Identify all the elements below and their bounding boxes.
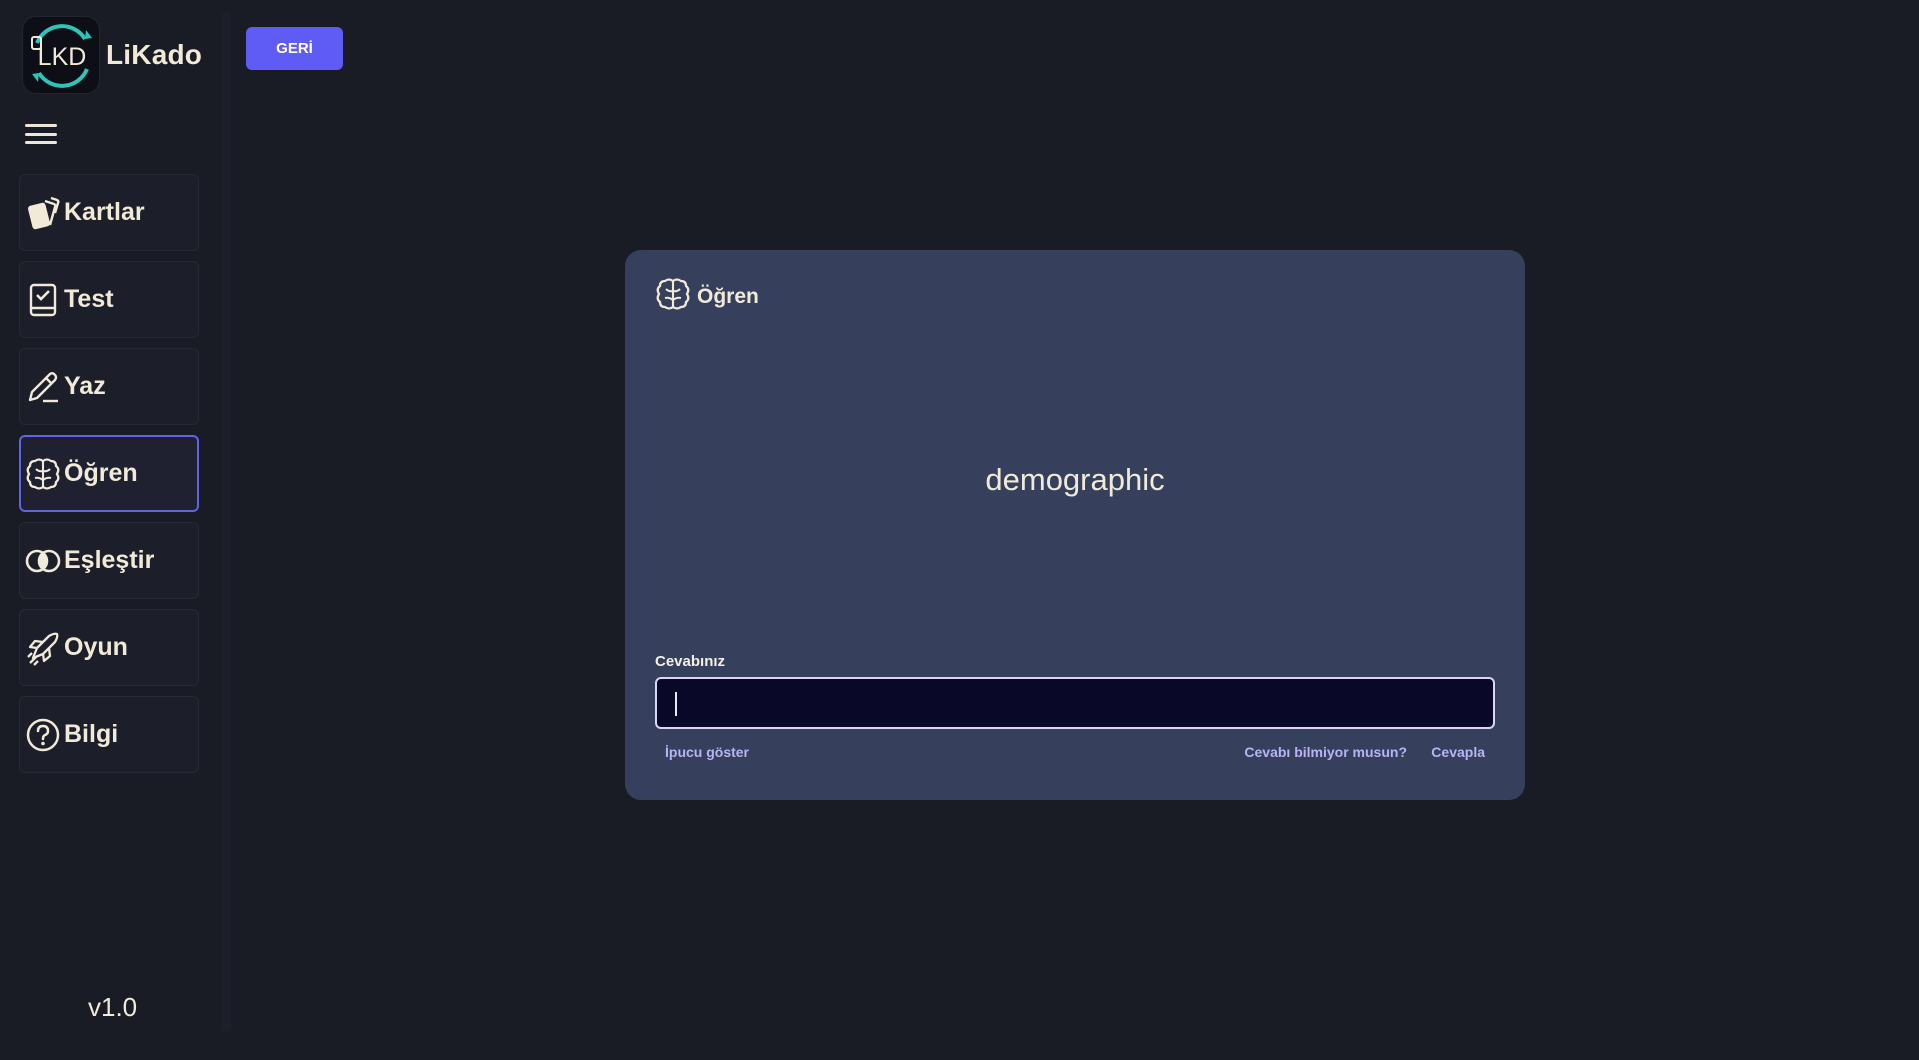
learn-card: Öğren demographic Cevabınız İpucu göster… — [625, 250, 1525, 800]
sidebar-nav: Kartlar Test Yaz Öğren Eşleştir Oyun Bil… — [19, 174, 199, 783]
sidebar-scrollbar[interactable] — [222, 12, 231, 1032]
sidebar-item-bilgi[interactable]: Bilgi — [19, 696, 199, 773]
back-button[interactable]: GERİ — [246, 27, 343, 70]
menu-line — [25, 141, 57, 144]
sidebar-item-label: Yaz — [64, 372, 106, 400]
sidebar-item-label: Öğren — [64, 459, 138, 487]
brain-icon — [655, 276, 691, 317]
show-hint-link[interactable]: İpucu göster — [665, 744, 749, 760]
sidebar-item-test[interactable]: Test — [19, 261, 199, 338]
sidebar-item-ogren[interactable]: Öğren — [19, 435, 199, 512]
flashcard-term: demographic — [985, 462, 1165, 497]
logo-text: LKD — [38, 43, 87, 71]
sidebar-item-eslestir[interactable]: Eşleştir — [19, 522, 199, 599]
answer-label: Cevabınız — [655, 653, 726, 670]
app-root: LKD LiKado Kartlar Test Yaz Öğren Eşleşt… — [0, 0, 1919, 1060]
submit-answer-link[interactable]: Cevapla — [1431, 744, 1485, 760]
sidebar-item-oyun[interactable]: Oyun — [19, 609, 199, 686]
rocket-icon — [24, 629, 62, 667]
app-version: v1.0 — [88, 992, 138, 1022]
checklist-book-icon — [24, 281, 62, 319]
brain-icon — [24, 455, 62, 493]
cards-icon — [24, 194, 62, 232]
card-header: Öğren — [655, 276, 759, 317]
sidebar-item-label: Oyun — [64, 633, 128, 661]
app-logo: LKD — [22, 16, 100, 94]
card-title: Öğren — [697, 284, 759, 308]
pencil-icon — [24, 368, 62, 406]
sidebar-item-label: Eşleştir — [64, 546, 155, 574]
overlap-circles-icon — [24, 542, 62, 580]
hamburger-menu-icon[interactable] — [24, 120, 58, 148]
dont-know-link[interactable]: Cevabı bilmiyor musun? — [1244, 744, 1407, 760]
sidebar: LKD LiKado Kartlar Test Yaz Öğren Eşleşt… — [0, 0, 222, 1060]
menu-line — [25, 124, 57, 127]
menu-line — [25, 132, 57, 136]
help-circle-icon — [24, 716, 62, 754]
sidebar-item-label: Kartlar — [64, 198, 145, 226]
answer-input[interactable] — [655, 677, 1495, 729]
sidebar-item-label: Bilgi — [64, 720, 119, 748]
sidebar-item-kartlar[interactable]: Kartlar — [19, 174, 199, 251]
brand-name: LiKado — [106, 39, 203, 70]
sidebar-item-yaz[interactable]: Yaz — [19, 348, 199, 425]
sidebar-item-label: Test — [64, 285, 114, 313]
brand[interactable]: LKD LiKado — [22, 16, 202, 94]
text-caret — [675, 692, 677, 716]
